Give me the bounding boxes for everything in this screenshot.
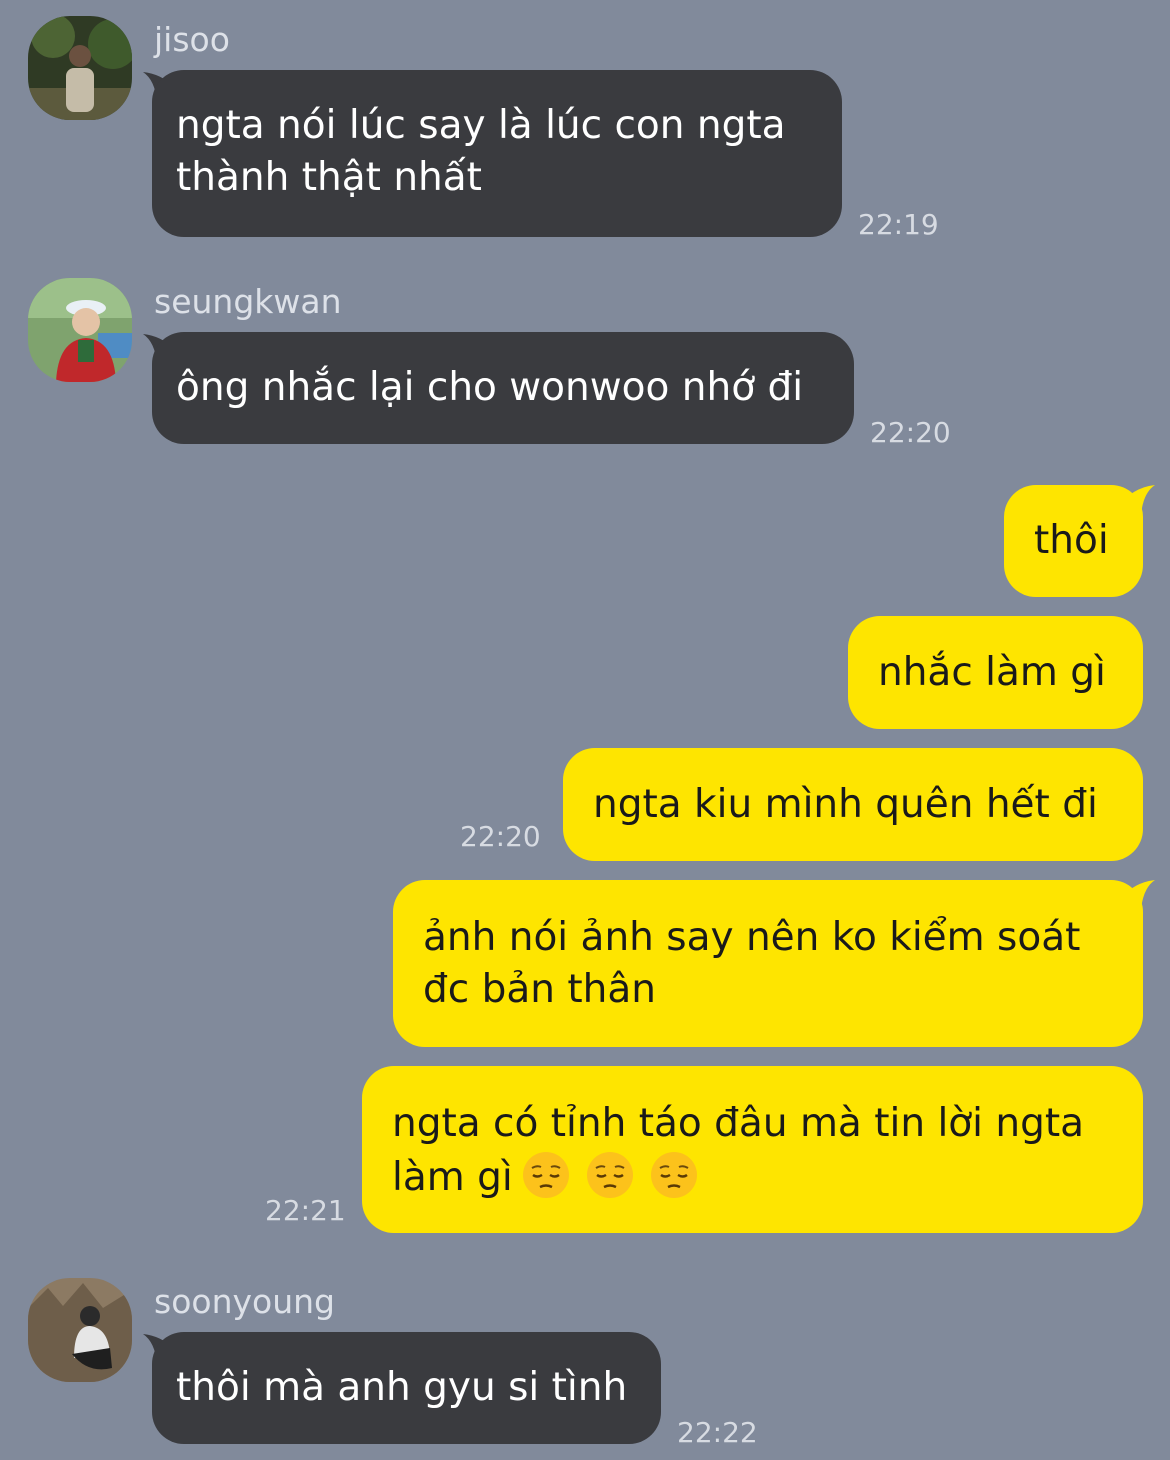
message-bubble[interactable]: ảnh nói ảnh say nên ko kiểm soát đc bản … bbox=[393, 880, 1143, 1047]
message-bubble[interactable]: nhắc làm gì bbox=[848, 616, 1143, 729]
message-text: thôi bbox=[1034, 518, 1109, 563]
message-text: ảnh nói ảnh say nên ko kiểm soát bbox=[423, 915, 1081, 960]
avatar-soonyoung[interactable] bbox=[28, 1278, 132, 1382]
message-text: ngta kiu mình quên hết đi bbox=[593, 782, 1098, 827]
message-text: ngta nói lúc say là lúc con ngta bbox=[176, 103, 786, 148]
sender-name: jisoo bbox=[154, 20, 230, 59]
timestamp: 22:21 bbox=[265, 1194, 346, 1227]
message-text: đc bản thân bbox=[423, 967, 656, 1012]
message-bubble[interactable]: ngta kiu mình quên hết đi bbox=[563, 748, 1143, 861]
pensive-face-icon bbox=[522, 1152, 569, 1198]
timestamp: 22:20 bbox=[460, 820, 541, 853]
message-text: ngta có tỉnh táo đâu mà tin lời ngta bbox=[392, 1101, 1085, 1146]
pensive-face-icon bbox=[650, 1152, 697, 1198]
message-text: thôi mà anh gyu si tình bbox=[176, 1365, 628, 1410]
timestamp: 22:20 bbox=[870, 416, 951, 449]
pensive-face-icon bbox=[586, 1152, 633, 1198]
timestamp: 22:22 bbox=[677, 1416, 758, 1449]
message-text: nhắc làm gì bbox=[878, 650, 1106, 695]
message-bubble[interactable]: ngta có tỉnh táo đâu mà tin lời ngta làm… bbox=[362, 1066, 1143, 1233]
message-bubble[interactable]: thôi bbox=[1004, 485, 1143, 597]
message-text: thành thật nhất bbox=[176, 155, 482, 200]
message-text: ông nhắc lại cho wonwoo nhớ đi bbox=[176, 365, 804, 410]
avatar-jisoo[interactable] bbox=[28, 16, 132, 120]
message-bubble[interactable]: thôi mà anh gyu si tình bbox=[152, 1332, 661, 1444]
message-bubble[interactable]: ngta nói lúc say là lúc con ngta thành t… bbox=[152, 70, 842, 237]
message-text: làm gì bbox=[392, 1155, 513, 1200]
sender-name: soonyoung bbox=[154, 1282, 335, 1321]
avatar-seungkwan[interactable] bbox=[28, 278, 132, 382]
timestamp: 22:19 bbox=[858, 208, 939, 241]
sender-name: seungkwan bbox=[154, 282, 342, 321]
message-bubble[interactable]: ông nhắc lại cho wonwoo nhớ đi bbox=[152, 332, 854, 444]
